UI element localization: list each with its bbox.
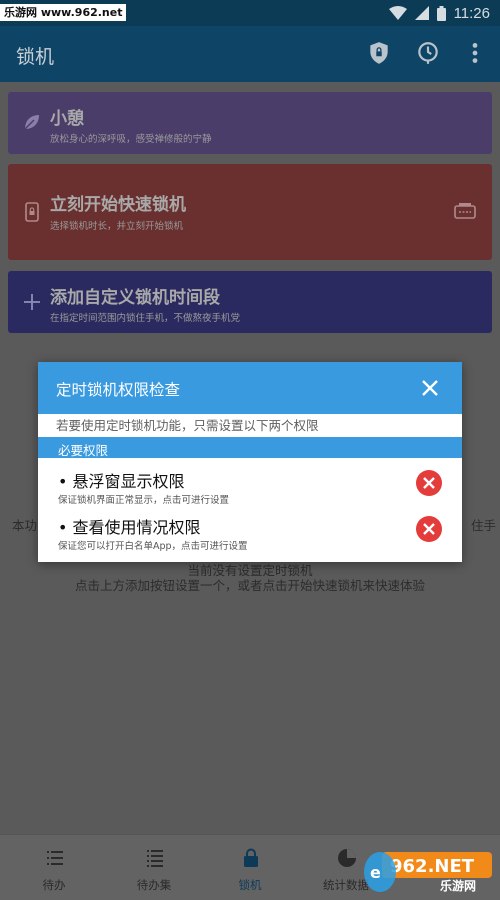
card-subtitle: 选择锁机时长，并立刻开始锁机 <box>50 221 184 232</box>
wifi-icon <box>388 6 407 20</box>
timer-icon <box>454 203 476 219</box>
dialog-header: 定时锁机权限检查 <box>38 362 462 414</box>
dialog-title: 定时锁机权限检查 <box>56 381 181 399</box>
nav-item-todo-sets[interactable]: 待办集 <box>104 835 204 900</box>
nav-item-lock[interactable]: 锁机 <box>200 835 300 900</box>
nav-label: 待办集 <box>136 878 172 892</box>
card-quick-lock[interactable]: 立刻开始快速锁机 选择锁机时长，并立刻开始锁机 <box>8 164 492 260</box>
svg-text:e: e <box>370 863 381 882</box>
background-text-fragment-left: 本功 <box>12 518 38 533</box>
status-bar-right: 11:26 <box>388 3 490 23</box>
error-status-icon[interactable] <box>416 516 442 542</box>
nav-label: 锁机 <box>238 878 262 892</box>
section-label: 必要权限 <box>58 443 109 458</box>
close-icon[interactable] <box>418 376 442 400</box>
plus-icon <box>24 294 40 310</box>
permission-usage-stats[interactable]: • 查看使用情况权限 保证您可以打开白名单App，点击可进行设置 <box>38 514 462 558</box>
more-vert-icon[interactable] <box>462 40 488 66</box>
error-status-icon[interactable] <box>416 470 442 496</box>
lock-icon <box>244 848 258 867</box>
card-title: 小憩 <box>50 109 84 129</box>
brand-logo-text: 962.NET <box>390 856 475 877</box>
list-detail-icon <box>147 850 163 867</box>
card-subtitle: 在指定时间范围内锁住手机，不做熬夜手机党 <box>50 313 241 324</box>
permission-title: • 查看使用情况权限 <box>58 518 201 537</box>
list-icon <box>47 851 63 865</box>
brand-site-text: 乐游网 <box>440 879 477 893</box>
dialog-section-header: 必要权限 <box>38 437 462 458</box>
battery-icon <box>436 5 446 21</box>
nav-item-todo[interactable]: 待办 <box>4 835 104 900</box>
empty-state-hint: 点击上方添加按钮设置一个，或者点击开始快速锁机来快速体验 <box>74 578 425 593</box>
app-bar: 锁机 <box>0 26 500 82</box>
pie-chart-icon <box>338 849 356 867</box>
permission-subtitle: 保证锁机界面正常显示，点击可进行设置 <box>58 495 230 506</box>
card-title: 添加自定义锁机时间段 <box>50 288 220 308</box>
nav-label: 待办 <box>42 878 66 892</box>
card-add-custom[interactable]: 添加自定义锁机时间段 在指定时间范围内锁住手机，不做熬夜手机党 <box>8 271 492 333</box>
clock-icon[interactable] <box>415 40 441 66</box>
page-title: 锁机 <box>16 46 55 68</box>
dialog-description: 若要使用定时锁机功能，只需设置以下两个权限 <box>56 418 319 433</box>
card-title: 立刻开始快速锁机 <box>50 195 186 215</box>
permission-title: • 悬浮窗显示权限 <box>58 472 185 491</box>
status-time: 11:26 <box>453 4 490 22</box>
status-bar: 乐游网 www.962.net 11:26 <box>0 0 500 26</box>
permission-overlay[interactable]: • 悬浮窗显示权限 保证锁机界面正常显示，点击可进行设置 <box>38 468 462 512</box>
phone-lock-icon <box>25 202 39 222</box>
watermark: 乐游网 www.962.net <box>0 4 127 21</box>
permission-subtitle: 保证您可以打开白名单App，点击可进行设置 <box>58 541 248 552</box>
leaf-icon <box>24 115 39 130</box>
signal-icon <box>414 6 429 20</box>
background-text-fragment-right: 住手 <box>470 518 496 533</box>
shield-lock-icon[interactable] <box>366 40 392 66</box>
card-nap[interactable]: 小憩 放松身心的深呼吸，感受禅修般的宁静 <box>8 92 492 154</box>
card-subtitle: 放松身心的深呼吸，感受禅修般的宁静 <box>50 134 212 145</box>
permission-dialog: 定时锁机权限检查 若要使用定时锁机功能，只需设置以下两个权限 必要权限 • 悬浮… <box>38 362 462 562</box>
